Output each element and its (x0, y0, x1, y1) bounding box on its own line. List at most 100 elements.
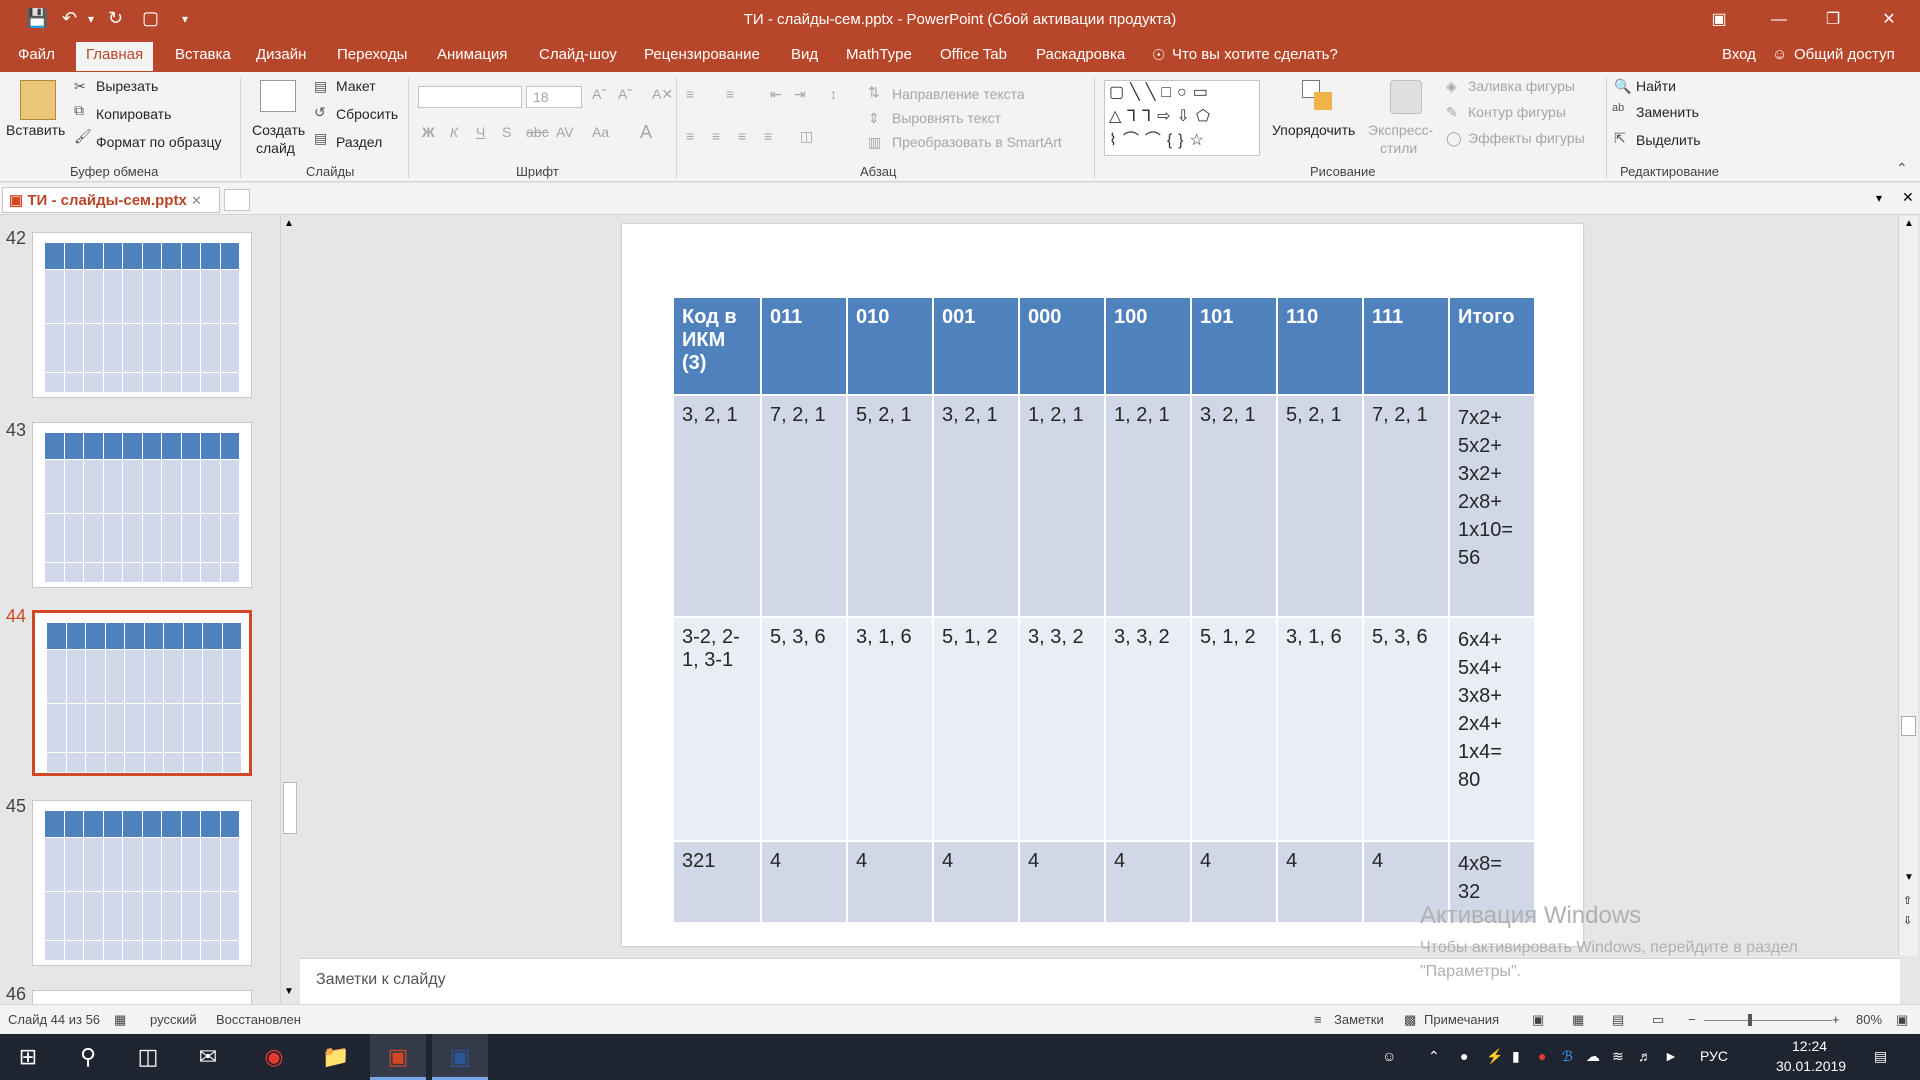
shape-outline-button[interactable]: Контур фигуры (1468, 104, 1566, 120)
align-left-icon[interactable]: ≡ (686, 128, 694, 144)
ribbon-display-options-icon[interactable]: ▣ (1696, 0, 1742, 40)
table-cell[interactable]: 4 (848, 842, 932, 922)
tab-design[interactable]: Дизайн (256, 46, 306, 63)
numbering-icon[interactable]: ≡ (726, 86, 734, 102)
tray-app-icon[interactable]: ► (1664, 1048, 1678, 1064)
table-header-cell[interactable]: 101 (1192, 298, 1276, 394)
character-spacing-icon[interactable]: AV (556, 124, 574, 140)
tab-transitions[interactable]: Переходы (337, 46, 407, 63)
notes-placeholder[interactable]: Заметки к слайду (316, 971, 446, 989)
reset-button[interactable]: Сбросить (336, 106, 398, 122)
format-painter-button[interactable]: Формат по образцу (96, 134, 222, 150)
table-cell[interactable]: 5, 2, 1 (848, 396, 932, 616)
columns-icon[interactable]: ◫ (800, 128, 813, 145)
powerpoint-taskbar-icon[interactable]: ▣ (370, 1034, 426, 1080)
table-cell[interactable]: 4 (1020, 842, 1104, 922)
bold-icon[interactable]: Ж (422, 124, 435, 140)
reading-view-icon[interactable]: ▤ (1612, 1012, 1624, 1028)
maximize-button[interactable]: ❐ (1810, 0, 1856, 40)
slideshow-view-icon[interactable]: ▭ (1652, 1012, 1664, 1028)
table-cell[interactable]: 4 (1192, 842, 1276, 922)
file-explorer-icon[interactable]: 📁 (308, 1034, 364, 1080)
tab-office-tab[interactable]: Office Tab (940, 46, 1007, 63)
tab-insert[interactable]: Вставка (175, 46, 231, 63)
word-taskbar-icon[interactable]: ▣ (432, 1034, 488, 1080)
bullets-icon[interactable]: ≡ (686, 86, 694, 102)
tray-app-icon[interactable]: ● (1538, 1048, 1546, 1064)
tab-review[interactable]: Рецензирование (644, 46, 760, 63)
increase-indent-icon[interactable]: ⇥ (794, 86, 806, 103)
strikethrough-icon[interactable]: abc (526, 124, 549, 140)
quick-styles-icon[interactable] (1390, 80, 1422, 114)
section-button[interactable]: Раздел (336, 134, 382, 150)
tray-app-icon[interactable]: ⚡ (1486, 1048, 1503, 1065)
arrange-button[interactable]: Упорядочить (1272, 122, 1355, 138)
table-header-cell[interactable]: 111 (1364, 298, 1448, 394)
input-language[interactable]: РУС (1700, 1048, 1728, 1064)
fit-slide-icon[interactable]: ▣ (1896, 1012, 1908, 1028)
onedrive-icon[interactable]: ☁ (1586, 1048, 1600, 1065)
shrink-font-icon[interactable]: Aˇ (618, 86, 632, 102)
bluetooth-icon[interactable]: ℬ (1562, 1048, 1573, 1065)
table-cell[interactable]: 3, 1, 6 (848, 618, 932, 840)
scroll-down-icon[interactable]: ▼ (284, 986, 294, 997)
table-cell[interactable]: 3, 3, 2 (1020, 618, 1104, 840)
spellcheck-icon[interactable]: ▦ (114, 1012, 126, 1028)
align-right-icon[interactable]: ≡ (738, 128, 746, 144)
shadow-icon[interactable]: S (502, 124, 511, 140)
table-cell[interactable]: 5, 3, 6 (1364, 618, 1448, 840)
decrease-indent-icon[interactable]: ⇤ (770, 86, 782, 103)
scroll-up-icon[interactable]: ▲ (1904, 218, 1914, 229)
scroll-thumb[interactable] (1901, 716, 1916, 736)
windows-start-icon[interactable]: ⊞ (0, 1034, 56, 1080)
tabs-dropdown-icon[interactable]: ▾ (1876, 191, 1882, 205)
close-button[interactable]: ✕ (1866, 0, 1912, 40)
table-header-cell[interactable]: 011 (762, 298, 846, 394)
quick-styles-button-line2[interactable]: стили (1380, 140, 1417, 156)
paste-button[interactable]: Вставить (6, 122, 65, 138)
clock-date[interactable]: 30.01.2019 (1776, 1058, 1846, 1074)
tab-view[interactable]: Вид (791, 46, 818, 63)
text-direction-button[interactable]: Направление текста (892, 86, 1025, 102)
grow-font-icon[interactable]: Aˆ (592, 86, 606, 102)
minimize-button[interactable]: — (1756, 0, 1802, 40)
zoom-level[interactable]: 80% (1856, 1012, 1882, 1027)
align-text-button[interactable]: Выровнять текст (892, 110, 1001, 126)
slide-canvas[interactable]: Код в ИКМ (3) 011 010 001 000 100 101 11… (622, 224, 1583, 946)
font-name-select[interactable] (418, 86, 522, 108)
tab-slideshow[interactable]: Слайд-шоу (539, 46, 617, 63)
table-cell[interactable]: 5, 2, 1 (1278, 396, 1362, 616)
table-header-cell[interactable]: Код в ИКМ (3) (674, 298, 760, 394)
tab-home[interactable]: Главная (76, 42, 154, 71)
font-color-icon[interactable]: A (640, 122, 652, 143)
copy-button[interactable]: Копировать (96, 106, 171, 122)
new-slide-button[interactable]: Создать (252, 122, 305, 138)
people-icon[interactable]: ☺ (1382, 1048, 1396, 1064)
paste-icon[interactable] (20, 80, 56, 120)
table-cell[interactable]: 3, 3, 2 (1106, 618, 1190, 840)
table-header-cell[interactable]: 100 (1106, 298, 1190, 394)
tab-mathtype[interactable]: MathType (846, 46, 912, 63)
layout-button[interactable]: Макет (336, 78, 376, 94)
arrange-icon[interactable] (1302, 80, 1334, 114)
yandex-browser-icon[interactable]: ◉ (246, 1034, 302, 1080)
justify-icon[interactable]: ≡ (764, 128, 772, 144)
table-cell[interactable]: 4 (1106, 842, 1190, 922)
thumbnails-scrollbar[interactable]: ▲ ▼ (280, 216, 298, 1006)
table-header-cell[interactable]: 010 (848, 298, 932, 394)
zoom-out-icon[interactable]: − (1688, 1012, 1696, 1027)
table-cell[interactable]: 3, 2, 1 (1192, 396, 1276, 616)
table-cell[interactable]: 1, 2, 1 (1106, 396, 1190, 616)
table-header-cell[interactable]: Итого (1450, 298, 1534, 394)
new-tab-button[interactable] (224, 189, 250, 211)
align-center-icon[interactable]: ≡ (712, 128, 720, 144)
language-indicator[interactable]: русский (150, 1012, 197, 1027)
tab-file[interactable]: Файл (18, 46, 55, 63)
underline-icon[interactable]: Ч (476, 124, 485, 140)
tab-storyboard[interactable]: Раскадровка (1036, 46, 1125, 63)
slide-thumbnail[interactable] (32, 232, 252, 398)
table-cell[interactable]: 5, 1, 2 (934, 618, 1018, 840)
table-cell[interactable]: 7, 2, 1 (1364, 396, 1448, 616)
battery-icon[interactable]: ▮ (1512, 1048, 1520, 1065)
zoom-slider-handle[interactable] (1748, 1014, 1752, 1026)
